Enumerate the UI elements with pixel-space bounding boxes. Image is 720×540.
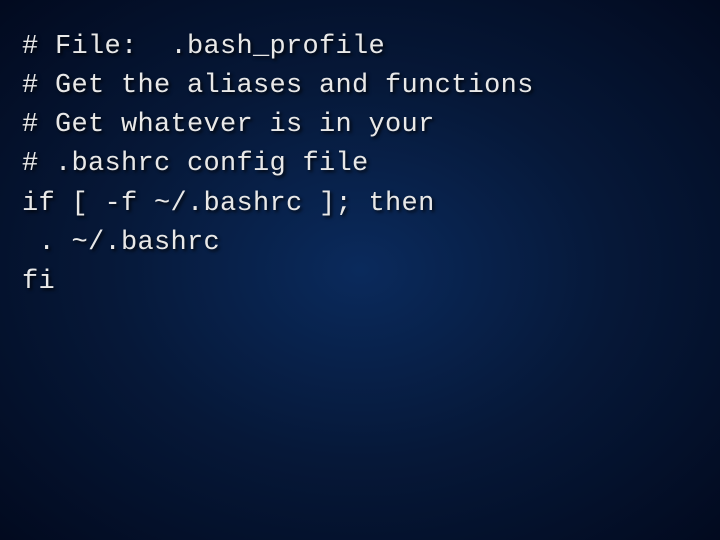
code-line: # Get whatever is in your [22, 106, 698, 145]
code-line: # .bashrc config file [22, 145, 698, 184]
code-line: if [ -f ~/.bashrc ]; then [22, 185, 698, 224]
code-line: # Get the aliases and functions [22, 67, 698, 106]
code-line: fi [22, 263, 698, 302]
code-block: # File: .bash_profile # Get the aliases … [22, 28, 698, 302]
code-line: . ~/.bashrc [22, 224, 698, 263]
code-line: # File: .bash_profile [22, 28, 698, 67]
